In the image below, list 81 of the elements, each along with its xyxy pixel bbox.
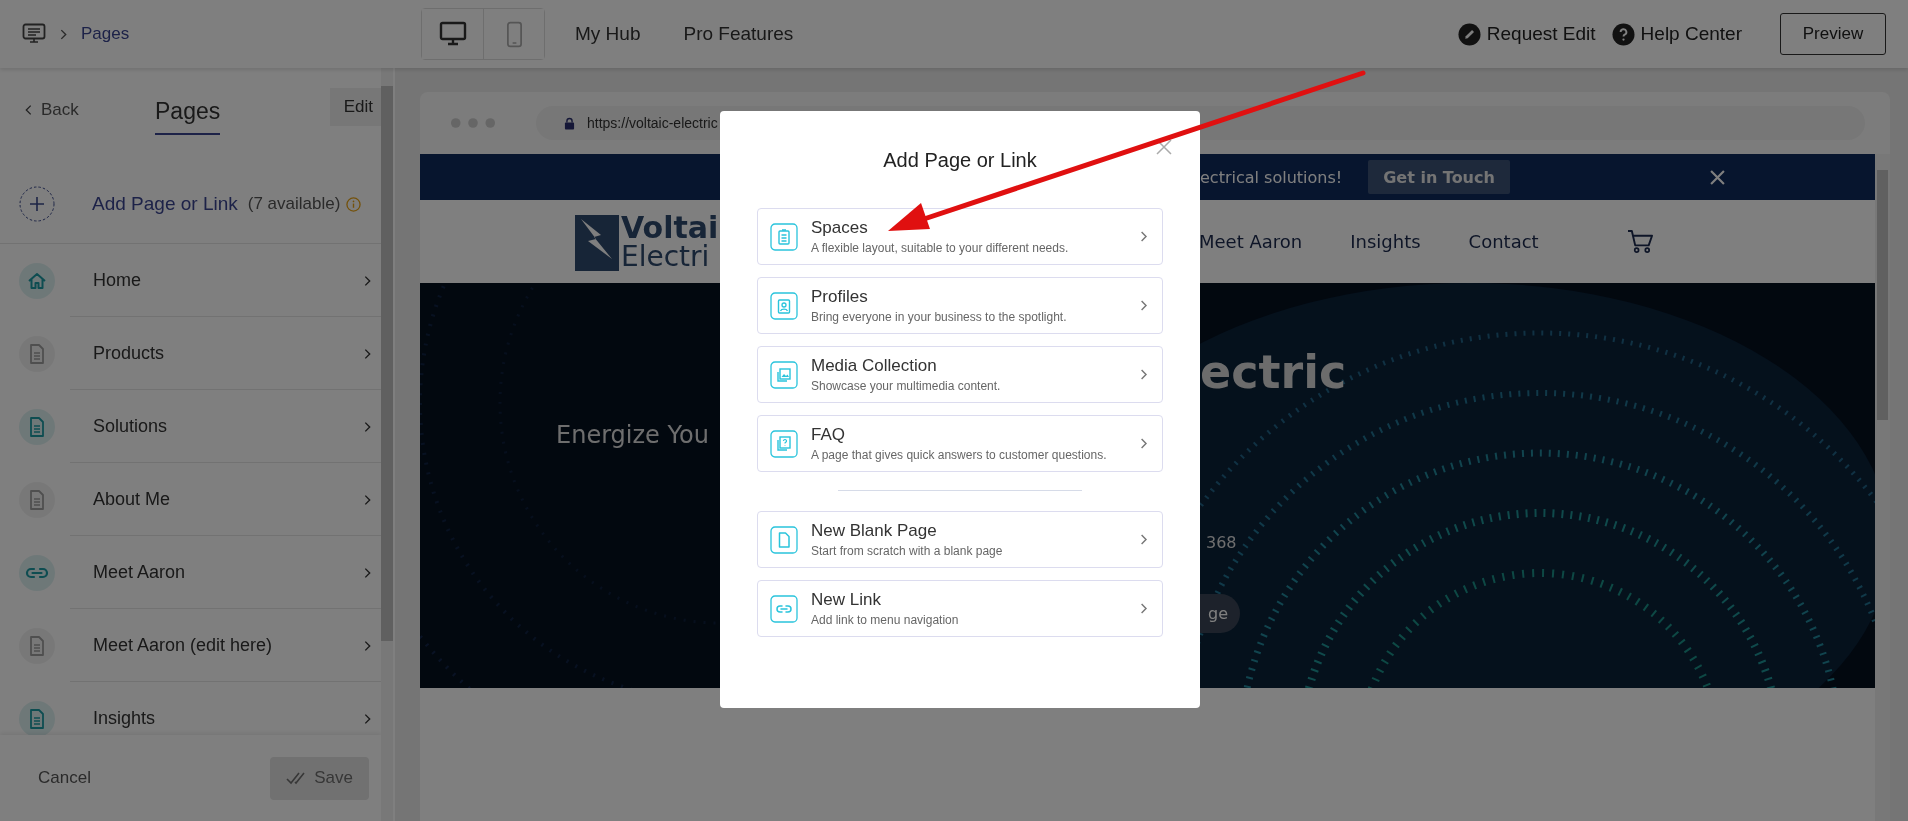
option-title: New Blank Page	[811, 521, 938, 541]
get-in-touch-button[interactable]: Get in Touch	[1368, 160, 1510, 194]
add-page-link[interactable]: Add Page or Link	[92, 193, 238, 215]
scrollbar[interactable]	[1875, 154, 1890, 821]
hero-heading: ectric	[1200, 345, 1347, 399]
page-list-item[interactable]: Products	[0, 317, 381, 390]
page-list-item[interactable]: Meet Aaron	[0, 536, 381, 609]
phone-icon	[505, 20, 523, 48]
option-title: Profiles	[811, 287, 869, 307]
option-card[interactable]: Spaces A flexible layout, suitable to your different needs.	[757, 208, 1163, 265]
chevron-right-icon	[60, 28, 67, 40]
option-description: A page that gives quick answers to customer questions.	[811, 448, 1108, 462]
chevron-right-icon	[364, 347, 371, 360]
option-description: A flexible layout, suitable to your different needs.	[811, 241, 1070, 255]
chevron-right-icon	[364, 566, 371, 579]
chevron-right-icon	[364, 493, 371, 506]
option-card[interactable]: Profiles Bring everyone in your business to the spotlight.	[757, 277, 1163, 334]
option-description: Add link to menu navigation	[811, 613, 960, 627]
back-link[interactable]: Back	[25, 100, 155, 120]
document-icon	[770, 525, 798, 554]
lock-icon	[564, 116, 575, 130]
hero-phone: 368	[1206, 533, 1237, 552]
site-nav-link[interactable]: Insights	[1350, 231, 1421, 252]
option-description: Start from scratch with a blank page	[811, 544, 1004, 558]
page-list-item[interactable]: Solutions	[0, 390, 381, 463]
monitor-list-icon[interactable]	[22, 23, 46, 45]
pencil-icon	[1457, 22, 1481, 46]
chevron-right-icon	[1140, 230, 1148, 243]
page-list-item[interactable]: Meet Aaron (edit here)	[0, 609, 381, 682]
cancel-button[interactable]: Cancel	[38, 768, 91, 788]
desktop-icon	[438, 21, 467, 47]
chevron-right-icon	[364, 274, 371, 287]
chevron-right-icon	[1140, 533, 1148, 546]
chevron-right-icon	[364, 639, 371, 652]
option-title: Spaces	[811, 218, 869, 238]
close-icon[interactable]	[1156, 139, 1172, 155]
option-description: Showcase your multimedia content.	[811, 379, 1002, 393]
chevron-right-icon	[1140, 437, 1148, 450]
chevron-right-icon	[1140, 368, 1148, 381]
add-icon[interactable]	[19, 186, 55, 222]
help-icon	[1611, 22, 1635, 46]
banner-text: ectrical solutions!	[1200, 167, 1343, 187]
chevron-right-icon	[364, 420, 371, 433]
site-nav-link[interactable]: Contact	[1468, 231, 1539, 252]
chevron-right-icon	[1140, 299, 1148, 312]
preview-button[interactable]: Preview	[1780, 13, 1886, 55]
option-title: Media Collection	[811, 356, 938, 376]
sidebar-title: Pages	[155, 98, 221, 135]
question-icon	[770, 429, 798, 458]
chevron-left-icon	[25, 104, 32, 116]
hero-subheading: Energize You	[556, 421, 709, 449]
dialog-title: Add Page or Link	[882, 149, 1038, 172]
nav-link[interactable]: Pro Features	[683, 23, 794, 45]
profile-card-icon	[770, 291, 798, 320]
available-count: (7 available)	[247, 194, 341, 214]
bolt-logo-icon	[575, 212, 619, 271]
site-nav-link[interactable]: Meet Aaron	[1199, 231, 1303, 252]
option-title: New Link	[811, 590, 882, 610]
breadcrumb-link[interactable]: Pages	[81, 24, 130, 44]
edit-button[interactable]: Edit	[329, 88, 381, 126]
logo-text: Voltai	[621, 212, 719, 243]
scrollbar[interactable]	[381, 68, 393, 821]
option-title: FAQ	[811, 425, 846, 445]
chevron-right-icon	[364, 712, 371, 725]
link-icon	[770, 594, 798, 623]
option-card[interactable]: New Blank Page Start from scratch with a blank page	[757, 511, 1163, 568]
request-edit-link[interactable]: Request Edit	[1457, 22, 1596, 46]
page-list-item[interactable]: Home	[0, 244, 381, 317]
cart-icon[interactable]	[1626, 229, 1654, 254]
image-icon	[770, 360, 798, 389]
option-card[interactable]: FAQ A page that gives quick answers to customer questions.	[757, 415, 1163, 472]
clipboard-icon	[770, 222, 798, 251]
page-list-item[interactable]: About Me	[0, 463, 381, 536]
chevron-right-icon	[1140, 602, 1148, 615]
help-center-link[interactable]: Help Center	[1611, 22, 1742, 46]
option-card[interactable]: Media Collection Showcase your multimedia content.	[757, 346, 1163, 403]
device-toggle-button[interactable]	[483, 9, 544, 59]
logo-text: Electri	[621, 242, 711, 271]
option-description: Bring everyone in your business to the spotlight.	[811, 310, 1068, 324]
option-card[interactable]: New Link Add link to menu navigation	[757, 580, 1163, 637]
nav-link[interactable]: My Hub	[575, 23, 641, 45]
